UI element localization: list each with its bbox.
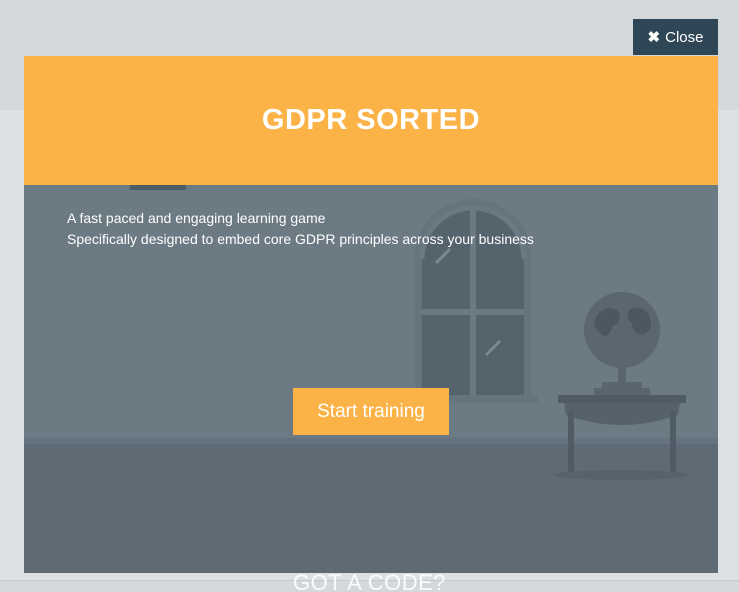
modal-title: GDPR SORTED — [261, 104, 481, 136]
close-icon: ✖ — [647, 29, 661, 46]
close-button-label: Close — [665, 28, 704, 46]
description-line: A fast paced and engaging learning game — [67, 210, 326, 226]
close-button[interactable]: ✖ Close — [633, 19, 718, 55]
got-a-code-heading: GOT A CODE? — [292, 570, 447, 592]
modal-description: A fast paced and engaging learning game … — [67, 208, 534, 250]
description-line: Specifically designed to embed core GDPR… — [67, 231, 534, 247]
start-training-button[interactable]: Start training — [293, 388, 449, 435]
training-modal: GDPR SORTED A fast paced and engaging le… — [24, 56, 718, 573]
modal-body: A fast paced and engaging learning game … — [24, 185, 718, 573]
modal-header: GDPR SORTED — [24, 56, 718, 185]
